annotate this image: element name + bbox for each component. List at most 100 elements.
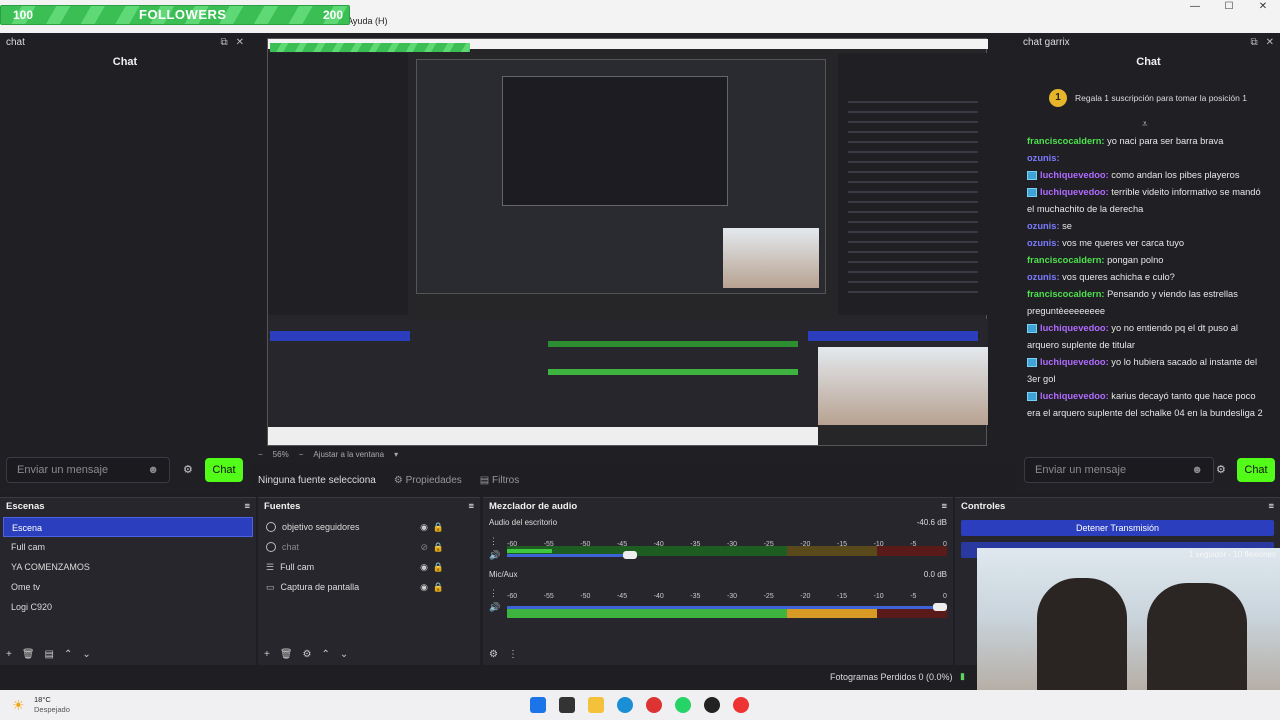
chat-username[interactable]: ozunis: bbox=[1027, 153, 1060, 163]
lock-icon[interactable]: 🔒 bbox=[433, 582, 444, 593]
chat-username[interactable]: luchiquevedoo: bbox=[1040, 357, 1109, 367]
nested-inner-preview bbox=[502, 76, 728, 206]
chat-username[interactable]: luchiquevedoo: bbox=[1040, 187, 1109, 197]
lock-icon[interactable]: 🔒 bbox=[433, 562, 444, 573]
maximize-icon[interactable]: ☐ bbox=[1212, 0, 1246, 14]
stream-preview[interactable] bbox=[267, 38, 988, 446]
chat-text: como andan los pibes playeros bbox=[1111, 170, 1240, 180]
chevron-down-icon[interactable]: ⌄ bbox=[82, 649, 90, 660]
subscriber-badge-icon bbox=[1027, 188, 1037, 198]
source-item[interactable]: ▭ Captura de pantalla ◉ 🔒 bbox=[258, 577, 480, 597]
volume-slider[interactable] bbox=[507, 554, 637, 557]
close-icon[interactable]: ✕ bbox=[1246, 0, 1280, 14]
settings-icon[interactable]: ⚙ bbox=[1216, 463, 1226, 476]
fit-window[interactable]: Ajustar a la ventana bbox=[313, 450, 384, 459]
menu-icon[interactable]: ≡ bbox=[468, 501, 474, 512]
scene-item[interactable]: Logi C920 bbox=[3, 597, 253, 617]
zoom-out-icon[interactable]: − bbox=[258, 450, 263, 459]
weather-icon: ☀ bbox=[12, 697, 25, 713]
scene-item[interactable]: Escena bbox=[3, 517, 253, 537]
float-icon[interactable]: ⧉ bbox=[1250, 37, 1257, 48]
message-input[interactable]: Enviar un mensaje ☻ bbox=[1024, 457, 1214, 483]
source-label: chat bbox=[282, 542, 300, 552]
source-item[interactable]: ☰ Full cam ◉ 🔒 bbox=[258, 557, 480, 577]
message-input[interactable]: Enviar un mensaje ☻ bbox=[6, 457, 170, 483]
obs-icon[interactable] bbox=[704, 697, 720, 713]
chevron-down-icon[interactable]: ⩡ bbox=[1142, 119, 1148, 130]
eye-icon[interactable]: ◉ bbox=[420, 522, 428, 533]
settings-icon[interactable]: ⚙ bbox=[183, 463, 193, 476]
close-icon[interactable]: ✕ bbox=[1266, 37, 1274, 48]
trash-icon[interactable]: 🗑 bbox=[280, 649, 293, 660]
properties-button[interactable]: ⚙ Propiedades bbox=[394, 475, 462, 486]
minimize-icon[interactable]: — bbox=[1178, 0, 1212, 14]
scene-item[interactable]: Ome tv bbox=[3, 577, 253, 597]
chat-username[interactable]: ozunis: bbox=[1027, 238, 1060, 248]
filters-button[interactable]: ▤ Filtros bbox=[480, 475, 519, 486]
scene-item[interactable]: YA COMENZAMOS bbox=[3, 557, 253, 577]
taskbar-apps bbox=[530, 697, 749, 713]
add-icon[interactable]: + bbox=[264, 649, 270, 660]
zoom-level[interactable]: 56% bbox=[273, 450, 289, 459]
more-icon[interactable]: ⋮ bbox=[489, 536, 498, 547]
tick-label: -25 bbox=[763, 593, 774, 600]
menu-icon[interactable]: ≡ bbox=[1268, 501, 1274, 512]
speaker-icon[interactable]: 🔊 bbox=[489, 550, 500, 561]
chevron-up-icon[interactable]: ⌃ bbox=[322, 649, 330, 660]
menu-help[interactable]: Ayuda (H) bbox=[347, 16, 387, 32]
more-icon[interactable]: ⋮ bbox=[508, 649, 518, 660]
tick-label: -60 bbox=[507, 541, 518, 548]
chevron-down-icon[interactable]: ▾ bbox=[394, 450, 398, 459]
lock-icon[interactable]: 🔒 bbox=[433, 542, 444, 553]
edge-icon[interactable] bbox=[617, 697, 633, 713]
chat-username[interactable]: franciscocaldern: bbox=[1027, 136, 1105, 146]
lock-icon[interactable]: 🔒 bbox=[433, 522, 444, 533]
more-icon[interactable]: ⋮ bbox=[489, 588, 498, 599]
chevron-up-icon[interactable]: ⌃ bbox=[64, 649, 72, 660]
chrome-icon[interactable] bbox=[733, 697, 749, 713]
chat-username[interactable]: luchiquevedoo: bbox=[1040, 323, 1109, 333]
zoom-in-icon[interactable]: − bbox=[299, 450, 304, 459]
gear-icon[interactable]: ⚙ bbox=[303, 649, 312, 660]
chat-username[interactable]: franciscocaldern: bbox=[1027, 289, 1105, 299]
emoji-icon[interactable]: ☻ bbox=[147, 464, 159, 476]
chat-username[interactable]: luchiquevedoo: bbox=[1040, 391, 1109, 401]
stop-stream-button[interactable]: Detener Transmisión bbox=[961, 520, 1274, 536]
pinned-gift[interactable]: 1 Regala 1 suscripción para tomar la pos… bbox=[1049, 89, 1247, 107]
eye-off-icon[interactable]: ⊘ bbox=[420, 542, 428, 553]
filter-icon[interactable]: ▤ bbox=[45, 649, 54, 660]
add-icon[interactable]: + bbox=[6, 649, 12, 660]
eye-icon[interactable]: ◉ bbox=[420, 562, 428, 573]
chat-username[interactable]: franciscocaldern: bbox=[1027, 255, 1105, 265]
chevron-down-icon[interactable]: ⌄ bbox=[340, 649, 348, 660]
terminal-icon[interactable] bbox=[559, 697, 575, 713]
float-icon[interactable]: ⧉ bbox=[220, 37, 227, 48]
chat-username[interactable]: ozunis: bbox=[1027, 272, 1060, 282]
chat-username[interactable]: ozunis: bbox=[1027, 221, 1060, 231]
gear-icon[interactable]: ⚙ bbox=[489, 649, 498, 660]
source-item[interactable]: objetivo seguidores ◉ 🔒 bbox=[258, 517, 480, 537]
nested-webcam-2 bbox=[818, 347, 988, 425]
windows-start-icon[interactable] bbox=[530, 697, 546, 713]
chat-send-button[interactable]: Chat bbox=[205, 458, 243, 482]
volume-slider[interactable] bbox=[507, 606, 937, 609]
speaker-icon[interactable]: 🔊 bbox=[489, 602, 500, 613]
mixer-toolbar: ⚙ ⋮ bbox=[483, 645, 518, 663]
close-icon[interactable]: ✕ bbox=[236, 37, 244, 48]
chat-username[interactable]: luchiquevedoo: bbox=[1040, 170, 1109, 180]
chrome-icon[interactable] bbox=[646, 697, 662, 713]
nested-scene-selected bbox=[270, 331, 410, 341]
eye-icon[interactable]: ◉ bbox=[420, 582, 428, 593]
emoji-icon[interactable]: ☻ bbox=[1191, 464, 1203, 476]
folder-icon[interactable] bbox=[588, 697, 604, 713]
menu-icon[interactable]: ≡ bbox=[244, 501, 250, 512]
slider-handle[interactable] bbox=[933, 603, 947, 611]
slider-handle[interactable] bbox=[623, 551, 637, 559]
menu-icon[interactable]: ≡ bbox=[941, 501, 947, 512]
chat-send-button[interactable]: Chat bbox=[1237, 458, 1275, 482]
scene-item[interactable]: Full cam bbox=[3, 537, 253, 557]
whatsapp-icon[interactable] bbox=[675, 697, 691, 713]
window-controls: — ☐ ✕ bbox=[1178, 0, 1280, 14]
trash-icon[interactable]: 🗑 bbox=[22, 649, 35, 660]
source-item[interactable]: chat ⊘ 🔒 bbox=[258, 537, 480, 557]
